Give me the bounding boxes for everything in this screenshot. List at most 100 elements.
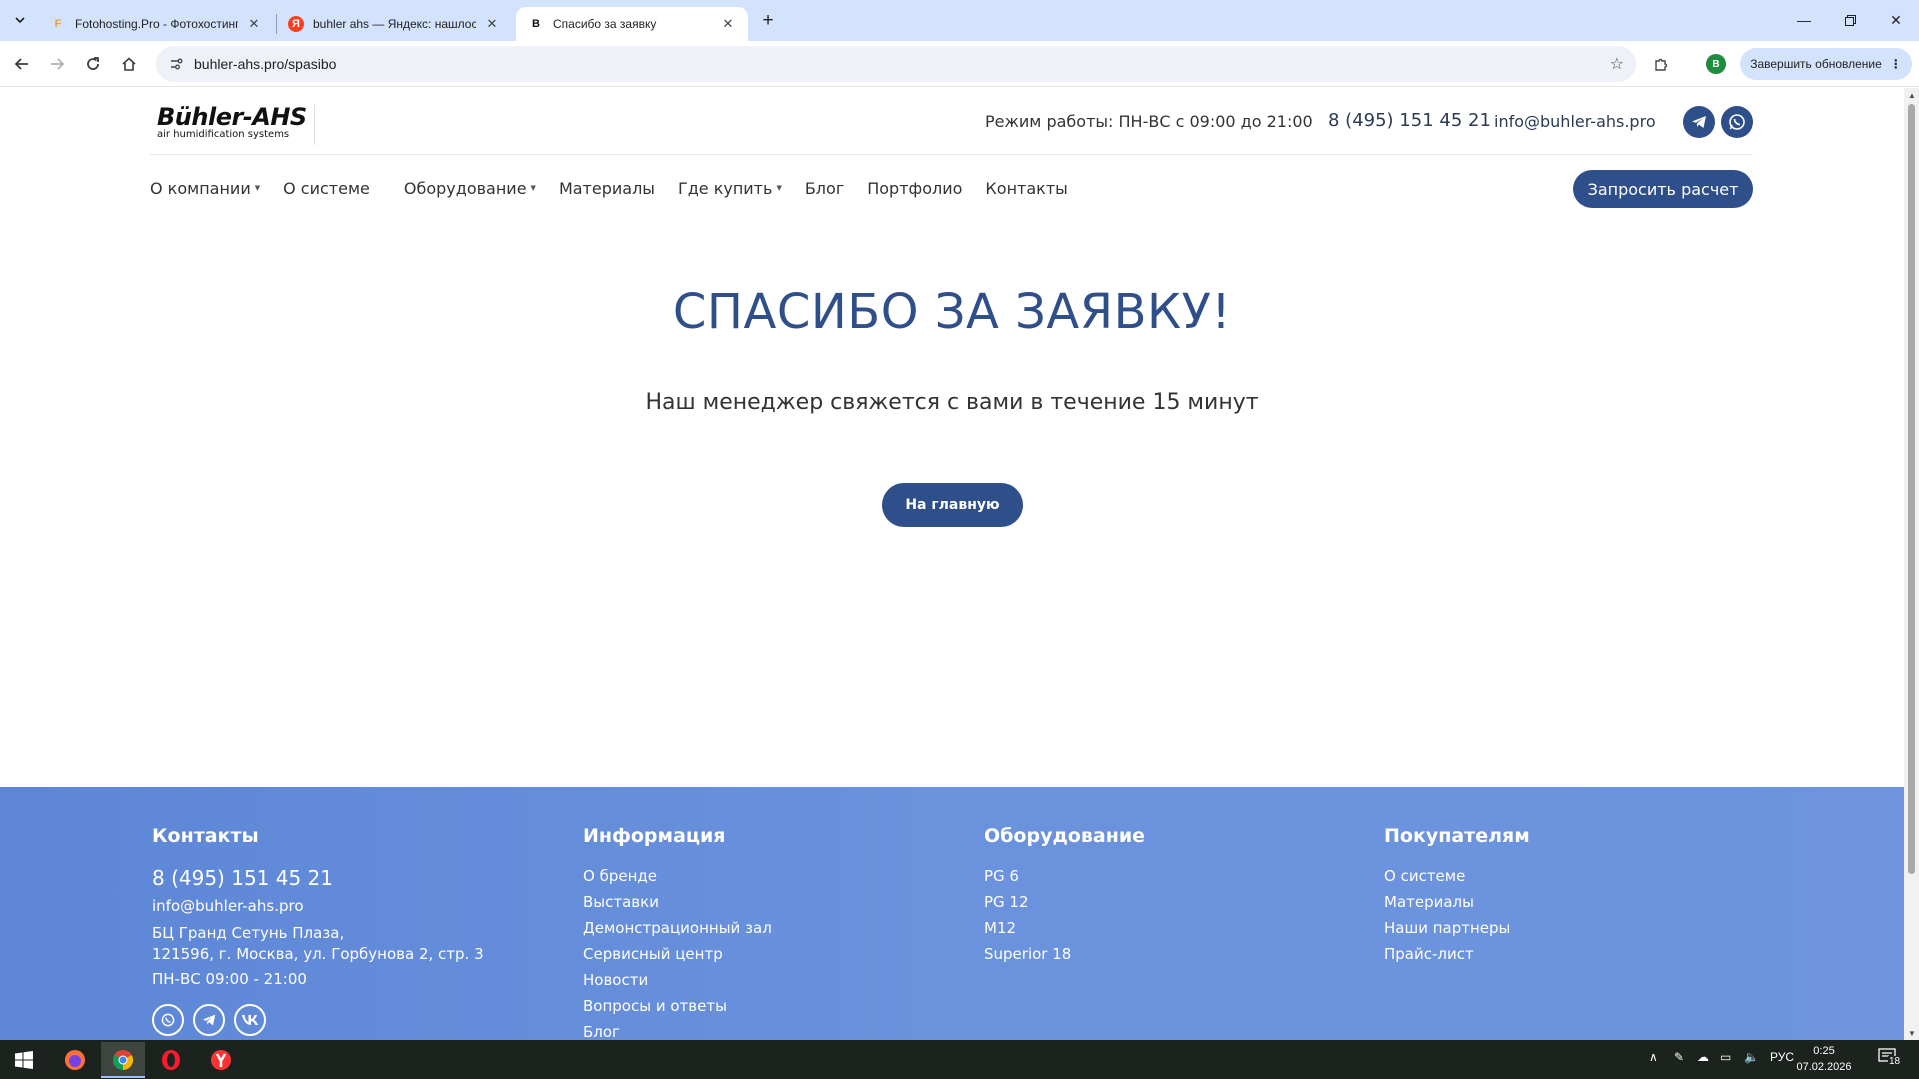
menu-item-blog[interactable]: Блог <box>805 176 844 200</box>
scroll-down-icon[interactable]: ▼ <box>1908 1029 1916 1038</box>
menu-item-label: Портфолио <box>867 178 963 198</box>
home-icon[interactable] <box>115 50 143 78</box>
whatsapp-icon[interactable] <box>1721 106 1753 138</box>
notifications-count: 18 <box>1888 1056 1902 1067</box>
notifications-icon[interactable]: 18 <box>1878 1048 1902 1070</box>
volume-icon[interactable]: 🔈 <box>1744 1050 1759 1064</box>
header-divider <box>150 154 1753 155</box>
page-title: СПАСИБО ЗА ЗАЯВКУ! <box>672 284 1232 340</box>
reload-icon[interactable] <box>79 50 107 78</box>
yandex-browser-icon[interactable] <box>199 1042 243 1078</box>
footer-address-line: БЦ Гранд Сетунь Плаза, <box>152 924 345 942</box>
network-icon[interactable]: ▭ <box>1720 1050 1731 1064</box>
pen-icon[interactable]: ✎ <box>1674 1050 1684 1064</box>
close-window-icon[interactable]: ✕ <box>1873 0 1919 40</box>
footer-link[interactable]: Материалы <box>1384 889 1530 915</box>
footer-link[interactable]: Сервисный центр <box>583 941 772 967</box>
chrome-icon[interactable] <box>101 1042 145 1078</box>
url-text: buhler-ahs.pro/spasibo <box>194 56 337 72</box>
tab-spasibo[interactable]: B Спасибо за заявку ✕ <box>516 7 748 41</box>
site-footer: Контакты 8 (495) 151 45 21 info@buhler-a… <box>0 787 1904 1040</box>
menu-item-label: О системе <box>283 178 370 198</box>
chevron-down-icon <box>15 17 25 24</box>
tab-title: buhler ahs — Яндекс: нашлось <box>313 17 476 31</box>
header-email-link[interactable]: info@buhler-ahs.pro <box>1494 112 1656 131</box>
footer-link[interactable]: Superior 18 <box>984 941 1145 967</box>
clock-time: 0:25 <box>1813 1045 1835 1057</box>
windows-taskbar: ∧ ✎ ☁ ▭ 🔈 РУС 0:25 07.02.2026 18 <box>0 1040 1919 1079</box>
extensions-puzzle-icon[interactable] <box>1650 53 1672 75</box>
menu-item-label: Блог <box>804 178 845 198</box>
footer-link[interactable]: О бренде <box>583 863 772 889</box>
forward-icon[interactable] <box>43 50 71 78</box>
minimize-icon[interactable]: — <box>1781 0 1827 40</box>
footer-link[interactable]: M12 <box>984 915 1145 941</box>
footer-link[interactable]: Прайс-лист <box>1384 941 1530 967</box>
close-tab-icon[interactable]: ✕ <box>484 16 500 32</box>
footer-link[interactable]: Наши партнеры <box>1384 915 1530 941</box>
menu-item-company[interactable]: О компании ▼ <box>150 176 260 200</box>
menu-item-system[interactable]: О системе <box>283 176 370 200</box>
footer-email-link[interactable]: info@buhler-ahs.pro <box>152 893 484 919</box>
go-home-button[interactable]: На главную <box>882 483 1023 527</box>
footer-heading: Контакты <box>152 825 259 847</box>
menu-item-portfolio[interactable]: Портфолио <box>867 176 962 200</box>
opera-icon[interactable] <box>149 1042 193 1078</box>
request-quote-button[interactable]: Запросить расчет <box>1573 170 1753 208</box>
menu-item-where-to-buy[interactable]: Где купить ▼ <box>678 176 782 200</box>
telegram-icon[interactable] <box>1683 106 1715 138</box>
footer-link[interactable]: Блог <box>583 1019 772 1040</box>
footer-link[interactable]: Выставки <box>583 889 772 915</box>
menu-item-label: Материалы <box>558 178 655 198</box>
footer-buyers: Покупателям О системе Материалы Наши пар… <box>1384 825 1530 967</box>
main-menu: О компании ▼ О системе Оборудование ▼ Ма… <box>150 176 1091 200</box>
footer-link[interactable]: Демонстрационный зал <box>583 915 772 941</box>
close-tab-icon[interactable]: ✕ <box>720 16 736 32</box>
footer-link[interactable]: О системе <box>1384 863 1530 889</box>
tab-fotohosting[interactable]: F Fotohosting.Pro - Фотохостинг ✕ <box>38 7 274 41</box>
footer-link[interactable]: Вопросы и ответы <box>583 993 772 1019</box>
scroll-up-icon[interactable]: ▲ <box>1908 91 1916 100</box>
windows-start-icon[interactable] <box>2 1042 46 1078</box>
footer-contacts: Контакты 8 (495) 151 45 21 info@buhler-a… <box>152 825 484 1036</box>
vk-icon[interactable] <box>234 1004 266 1036</box>
footer-phone-link[interactable]: 8 (495) 151 45 21 <box>152 863 484 893</box>
firefox-icon[interactable] <box>53 1042 97 1078</box>
bookmark-star-icon[interactable]: ☆ <box>1610 54 1624 74</box>
tab-search-button[interactable] <box>8 8 32 32</box>
header-phone-link[interactable]: 8 (495) 151 45 21 <box>1328 110 1491 131</box>
caret-down-icon: ▼ <box>776 184 782 192</box>
site-info-icon[interactable] <box>168 56 184 72</box>
menu-item-contacts[interactable]: Контакты <box>985 176 1067 200</box>
cloud-icon[interactable]: ☁ <box>1697 1050 1709 1064</box>
page-scrollbar[interactable]: ▲ ▼ <box>1904 88 1919 1040</box>
tray-expand-icon[interactable]: ∧ <box>1649 1050 1658 1064</box>
restore-icon[interactable] <box>1827 0 1873 40</box>
close-tab-icon[interactable]: ✕ <box>246 16 262 32</box>
whatsapp-icon[interactable] <box>152 1004 184 1036</box>
profile-avatar[interactable]: B <box>1706 54 1726 74</box>
yandex-favicon-icon: Я <box>288 16 304 32</box>
menu-item-materials[interactable]: Материалы <box>559 176 655 200</box>
language-indicator[interactable]: РУС <box>1770 1050 1794 1064</box>
footer-link[interactable]: Новости <box>583 967 772 993</box>
menu-item-label: Оборудование <box>403 178 527 198</box>
footer-link[interactable]: PG 6 <box>984 863 1145 889</box>
footer-address-line: 121596, г. Москва, ул. Горбунова 2, стр.… <box>152 945 484 963</box>
footer-heading: Информация <box>583 825 726 847</box>
tab-yandex[interactable]: Я buhler ahs — Яндекс: нашлось ✕ <box>276 7 512 41</box>
footer-link[interactable]: PG 12 <box>984 889 1145 915</box>
finish-update-button[interactable]: Завершить обновление ⋮ <box>1740 48 1912 80</box>
buhler-favicon-icon: B <box>532 18 540 30</box>
menu-item-equipment[interactable]: Оборудование ▼ <box>404 176 536 200</box>
taskbar-clock[interactable]: 0:25 07.02.2026 <box>1796 1043 1852 1075</box>
back-icon[interactable] <box>8 50 36 78</box>
caret-down-icon: ▼ <box>254 184 261 192</box>
scrollbar-thumb[interactable] <box>1908 104 1915 874</box>
address-bar[interactable]: buhler-ahs.pro/spasibo ☆ <box>156 46 1636 82</box>
new-tab-button[interactable]: + <box>756 9 780 33</box>
footer-hours: ПН-ВС 09:00 - 21:00 <box>152 970 307 988</box>
site-logo[interactable]: Bühler-AHS air humidification systems <box>157 105 315 145</box>
working-hours: Режим работы: ПН-ВС с 09:00 до 21:00 <box>985 112 1313 131</box>
telegram-icon[interactable] <box>193 1004 225 1036</box>
